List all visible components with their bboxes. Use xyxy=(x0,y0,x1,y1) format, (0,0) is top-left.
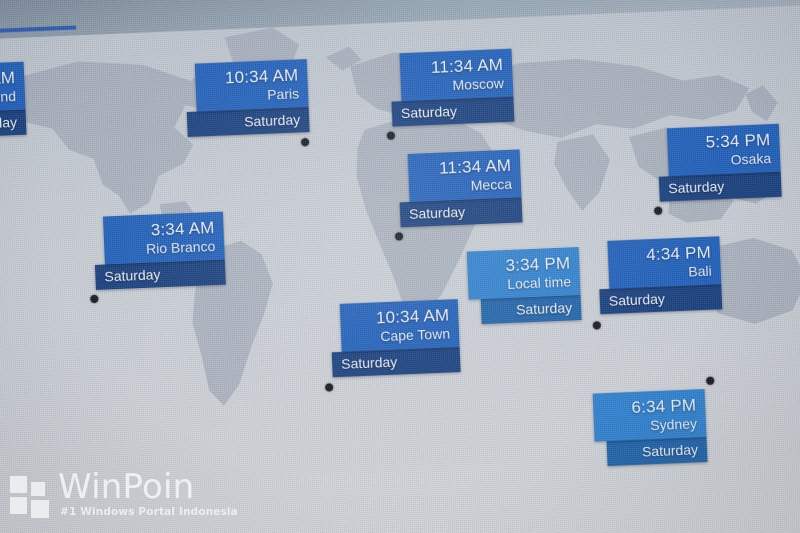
clock-city: Rio Branco xyxy=(145,237,216,257)
clock-city: Cape Town xyxy=(379,325,451,345)
clock-city: Bali xyxy=(688,262,713,280)
clock-time: 11:34 AM xyxy=(430,55,504,77)
clock-city: Local time xyxy=(506,273,572,293)
clock-day: Saturday xyxy=(399,197,523,228)
clock-card-mecca[interactable]: 11:34 AM Mecca Saturday xyxy=(394,149,523,241)
clock-day: Saturday xyxy=(480,295,582,325)
clock-city: Sydney xyxy=(649,415,698,434)
clock-time: 5:34 PM xyxy=(705,130,771,152)
clock-card-sydney[interactable]: 6:34 PM Sydney Saturday xyxy=(592,376,715,467)
clock-card-bali[interactable]: 4:34 PM Bali Saturday xyxy=(592,236,723,330)
clock-day: Saturday xyxy=(186,107,310,138)
monitor-screen: Timer Stopwatch xyxy=(0,0,800,533)
clock-card-redmond[interactable]: 4 AM dmond urday xyxy=(0,61,27,140)
clock-card-body: 10:34 AM Cape Town xyxy=(339,299,460,352)
clock-time: 4:34 PM xyxy=(645,242,712,265)
clock-card-cape-town[interactable]: 10:34 AM Cape Town Saturday xyxy=(324,299,461,392)
clock-city: Osaka xyxy=(730,150,772,168)
clock-card-local-time[interactable]: 3:34 PM Local time Saturday xyxy=(466,247,582,325)
clock-city: Mecca xyxy=(470,175,513,194)
clock-time: 6:34 PM xyxy=(631,395,697,418)
clock-day: Saturday xyxy=(599,284,723,315)
clock-card-body: 11:34 AM Mecca xyxy=(407,149,522,202)
clock-card-body: 3:34 AM Rio Branco xyxy=(102,211,225,265)
clock-card-osaka[interactable]: 5:34 PM Osaka Saturday xyxy=(654,123,782,215)
clock-time: 3:34 PM xyxy=(505,253,571,276)
clock-city: dmond xyxy=(0,88,17,106)
clock-card-body: 4:34 PM Bali xyxy=(607,236,722,289)
clock-card-body: 6:34 PM Sydney xyxy=(592,389,707,442)
tab-timer[interactable]: Timer xyxy=(28,0,78,3)
clock-city: Paris xyxy=(266,85,300,103)
clock-day: Saturday xyxy=(391,96,515,127)
clock-card-body: 4 AM dmond xyxy=(0,61,26,115)
clock-day: Saturday xyxy=(94,259,226,290)
clock-day: Saturday xyxy=(331,347,461,378)
clock-card-moscow[interactable]: 11:34 AM Moscow Saturday xyxy=(386,48,515,140)
clock-card-body: 11:34 AM Moscow xyxy=(399,48,514,102)
tab-selection-indicator xyxy=(0,25,77,35)
clock-card-body: 10:34 AM Paris xyxy=(194,59,309,112)
clock-card-body: 3:34 PM Local time xyxy=(466,247,581,300)
tab-timer-label: Timer xyxy=(28,0,78,2)
clock-card-body: 5:34 PM Osaka xyxy=(666,123,781,177)
clock-card-paris[interactable]: 10:34 AM Paris Saturday xyxy=(186,59,310,147)
screenshot-root: Timer Stopwatch xyxy=(0,0,800,533)
clock-day: Saturday xyxy=(606,436,708,467)
clock-city: Moscow xyxy=(452,75,505,94)
clock-time: 10:34 AM xyxy=(224,65,299,88)
clock-day: Saturday xyxy=(658,171,782,202)
clock-card-rio-branco[interactable]: 3:34 AM Rio Branco Saturday xyxy=(90,211,226,304)
clock-time: 11:34 AM xyxy=(438,155,512,178)
